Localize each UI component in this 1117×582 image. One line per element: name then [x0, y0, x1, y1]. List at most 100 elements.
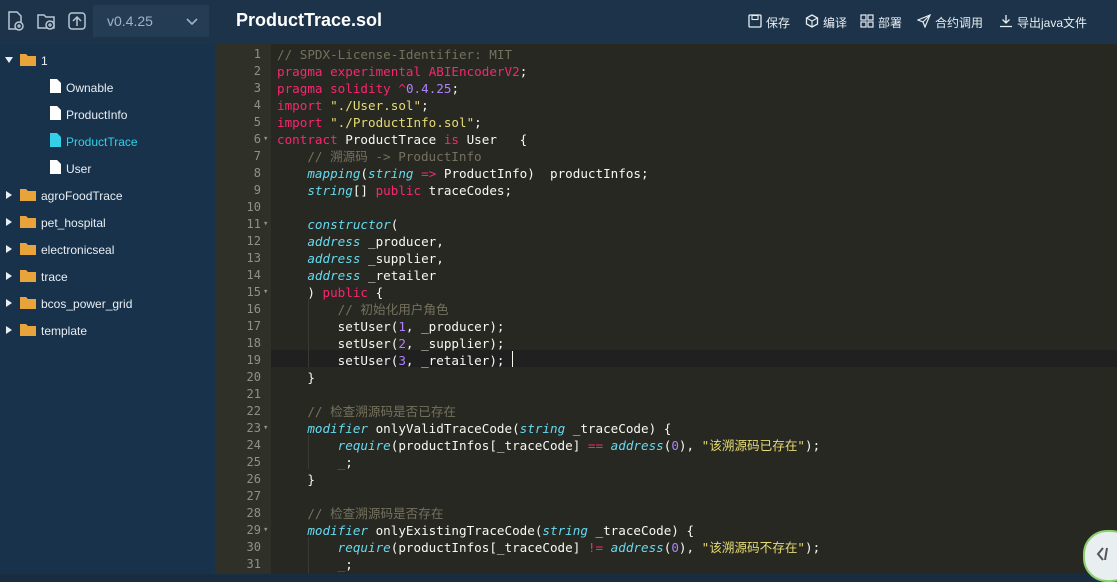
line-number: 25 — [246, 455, 261, 469]
folder-icon — [20, 297, 36, 309]
line-number: 14 — [246, 268, 261, 282]
tree-folder[interactable]: agroFoodTrace — [0, 183, 215, 207]
line-number: 27 — [246, 489, 261, 503]
code-line: require(productInfos[_traceCode] != addr… — [337, 540, 821, 555]
caret-right-icon[interactable] — [4, 190, 14, 200]
line-number: 1 — [253, 47, 261, 61]
code-line: modifier onlyExistingTraceCode(string _t… — [307, 523, 695, 538]
line-number: 18 — [246, 336, 261, 350]
export-java-button[interactable]: 导出java文件 — [999, 13, 1091, 31]
compile-button[interactable]: 编译 — [805, 13, 850, 31]
tree-file[interactable]: Ownable — [0, 75, 215, 99]
editor-header: ProductTrace.sol 保存 编译 部署 合约调用 导出java文件 — [215, 0, 1117, 44]
code-line: setUser(2, _supplier); — [277, 336, 505, 351]
fold-toggle-icon[interactable]: ▾ — [263, 284, 271, 301]
tree-folder-label: pet_hospital — [41, 216, 106, 230]
code-toggle-button[interactable] — [1083, 530, 1117, 582]
line-number-gutter: 1 2 3 4 5 6 ▾ 7 8 9 10 11 ▾ 12 13 14 15 ▾ 16 17 18 19 20 21 22 23… — [215, 44, 271, 574]
fold-toggle-icon[interactable]: ▾ — [263, 131, 271, 148]
code-line: // SPDX-License-Identifier: MIT — [277, 47, 513, 62]
code-line: mapping(string => ProductInfo) productIn… — [307, 166, 649, 181]
code-line: ) public { — [277, 285, 384, 300]
file-icon — [50, 160, 61, 174]
tree-file[interactable]: ProductInfo — [0, 102, 215, 126]
line-number: 17 — [246, 319, 261, 333]
caret-right-icon[interactable] — [4, 298, 14, 308]
deploy-button[interactable]: 部署 — [860, 13, 905, 31]
folder-icon — [20, 189, 36, 201]
line-number: 5 — [253, 115, 261, 129]
tree-folder-label: agroFoodTrace — [41, 189, 123, 203]
deploy-icon — [860, 14, 874, 28]
caret-right-icon[interactable] — [4, 271, 14, 281]
tree-file[interactable]: User — [0, 156, 215, 180]
tree-file-label: ProductInfo — [66, 108, 128, 122]
tree-folder[interactable]: pet_hospital — [0, 210, 215, 234]
sidebar-toolbar: v0.4.25 — [0, 0, 215, 44]
caret-right-icon[interactable] — [4, 244, 14, 254]
folder-icon — [20, 270, 36, 282]
file-icon — [50, 106, 61, 120]
fold-toggle-icon[interactable]: ▾ — [263, 522, 271, 539]
code-line: string[] public traceCodes; — [307, 183, 513, 198]
upload-icon[interactable] — [66, 10, 88, 32]
code-line: address _supplier, — [307, 251, 444, 266]
code-line: pragma solidity ^0.4.25; — [277, 81, 460, 96]
code-line: // 溯源码 -> ProductInfo — [307, 149, 482, 164]
compiler-version-select[interactable]: v0.4.25 — [93, 5, 209, 37]
tree-folder[interactable]: electronicseal — [0, 237, 215, 261]
save-button[interactable]: 保存 — [748, 13, 793, 31]
line-number: 2 — [253, 64, 261, 78]
line-number: 22 — [246, 404, 261, 418]
file-icon — [50, 133, 61, 147]
code-line: address _producer, — [307, 234, 444, 249]
new-folder-icon[interactable] — [35, 10, 57, 32]
code-line: // 初始化用户角色 — [337, 302, 449, 317]
code-editor[interactable]: 1 2 3 4 5 6 ▾ 7 8 9 10 11 ▾ 12 13 14 15 ▾ 16 17 18 19 20 21 22 23… — [215, 44, 1117, 574]
line-number: 8 — [253, 166, 261, 180]
folder-icon — [20, 243, 36, 255]
code-line: _; — [337, 455, 353, 470]
code-line: modifier onlyValidTraceCode(string _trac… — [307, 421, 672, 436]
folder-icon — [20, 54, 36, 66]
code-line: setUser(1, _producer); — [277, 319, 505, 334]
tree-folder[interactable]: 1 — [0, 48, 215, 72]
tree-folder[interactable]: bcos_power_grid — [0, 291, 215, 315]
code-line: import "./User.sol"; — [277, 98, 429, 113]
fold-toggle-icon[interactable]: ▾ — [263, 216, 271, 233]
line-number: 13 — [246, 251, 261, 265]
file-icon — [50, 79, 61, 93]
new-file-icon[interactable] — [4, 10, 26, 32]
line-number: 26 — [246, 472, 261, 486]
tree-file[interactable]: ProductTrace — [0, 129, 215, 153]
line-number: 3 — [253, 81, 261, 95]
line-number: 30 — [246, 540, 261, 554]
line-number: 31 — [246, 557, 261, 571]
tree-file-label: Ownable — [66, 81, 114, 95]
download-icon — [1000, 15, 1012, 28]
caret-right-icon[interactable] — [4, 325, 14, 335]
code-line: // 检查溯源码是否已存在 — [307, 404, 457, 419]
send-icon — [917, 14, 931, 28]
tree-folder-label: electronicseal — [41, 243, 115, 257]
folder-icon — [20, 216, 36, 228]
fold-toggle-icon[interactable]: ▾ — [263, 420, 271, 437]
folder-icon — [20, 324, 36, 336]
tree-folder[interactable]: trace — [0, 264, 215, 288]
code-line: contract ProductTrace is User { — [277, 132, 528, 147]
contract-call-button[interactable]: 合约调用 — [917, 13, 989, 31]
line-number: 19 — [246, 353, 261, 367]
caret-right-icon[interactable] — [4, 217, 14, 227]
tree-folder-label: 1 — [41, 54, 48, 68]
tree-file-label: User — [66, 162, 92, 176]
line-number: 24 — [246, 438, 261, 452]
code-line: constructor( — [307, 217, 399, 232]
line-number: 9 — [253, 183, 261, 197]
tree-folder-label: template — [41, 324, 88, 338]
code-line: require(productInfos[_traceCode] == addr… — [337, 438, 821, 453]
line-number: 15 — [246, 285, 261, 299]
code-line: address _retailer — [307, 268, 437, 283]
caret-down-icon[interactable] — [4, 55, 14, 65]
tree-folder[interactable]: template — [0, 318, 215, 342]
file-explorer-sidebar: v0.4.25 1 Ownable ProductInfo ProductTrace U… — [0, 0, 215, 574]
